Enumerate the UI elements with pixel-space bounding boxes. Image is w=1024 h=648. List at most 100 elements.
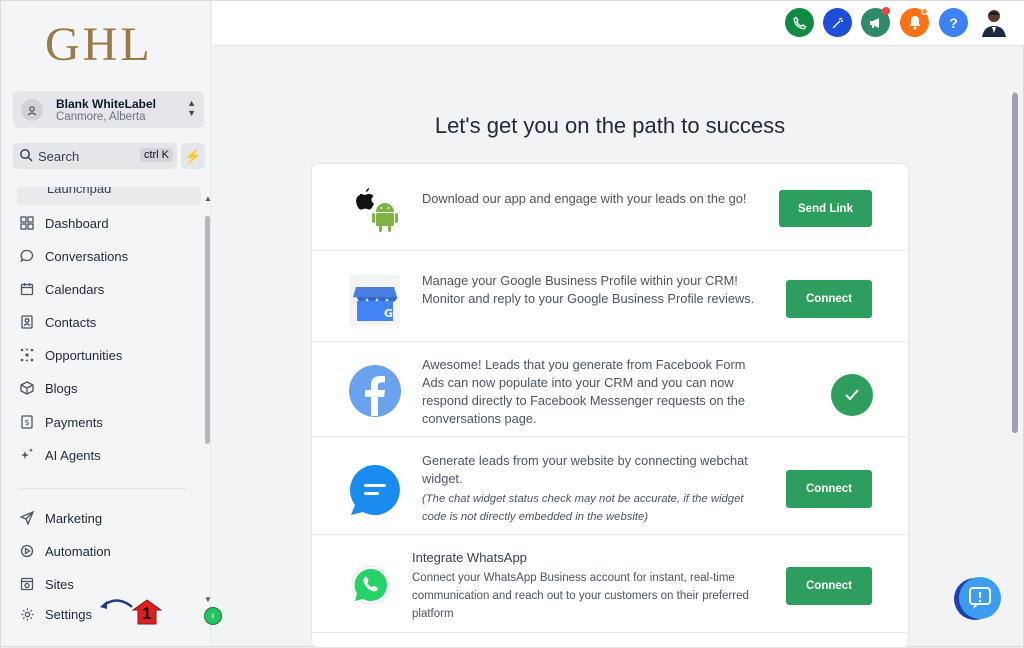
- sidebar-item-label: Opportunities: [45, 347, 123, 363]
- sidebar-item-label: Dashboard: [45, 215, 109, 231]
- sidebar-item-contacts[interactable]: Contacts: [17, 309, 197, 335]
- sidebar-item-marketing[interactable]: Marketing: [17, 505, 197, 531]
- connected-check-icon: [831, 374, 873, 416]
- search-label: Search: [38, 149, 80, 164]
- user-avatar[interactable]: [980, 7, 1008, 37]
- help-icon: ?: [949, 14, 958, 31]
- connect-google-button[interactable]: Connect: [786, 280, 872, 318]
- sidebar-item-calendars[interactable]: Calendars: [17, 276, 197, 302]
- opportunities-icon: [17, 346, 37, 364]
- mobile-app-icon: [348, 182, 402, 236]
- account-name: Blank WhiteLabel: [56, 97, 157, 111]
- phone-icon: [793, 16, 806, 29]
- send-link-button[interactable]: Send Link: [779, 190, 872, 227]
- annotation-number: 1: [142, 604, 152, 623]
- sidebar-item-dashboard[interactable]: Dashboard: [17, 210, 197, 236]
- sidebar-item-label: Blogs: [45, 380, 78, 396]
- help-button[interactable]: ?: [939, 8, 968, 37]
- page-title: Let's get you on the path to success: [434, 113, 786, 138]
- sites-icon: [17, 575, 37, 593]
- support-chat-button[interactable]: [953, 576, 1003, 622]
- row-note: (The chat widget status check may not be…: [422, 493, 744, 523]
- row-description: Awesome! Leads that you generate from Fa…: [422, 357, 746, 426]
- chevron-updown-icon: ▲ ▼: [187, 98, 196, 118]
- sidebar-item-label: Conversations: [45, 248, 129, 264]
- scroll-down-arrow-icon[interactable]: ▼: [204, 595, 212, 604]
- list-item: G Manage your Google Business Profile wi…: [312, 251, 908, 342]
- sidebar-scrollbar[interactable]: [205, 216, 210, 444]
- row-description: Connect your WhatsApp Business account f…: [412, 572, 749, 620]
- integrations-card: Download our app and engage with your le…: [311, 163, 909, 648]
- account-location: Canmore, Alberta: [56, 111, 146, 123]
- calendar-icon: [17, 280, 37, 298]
- send-icon: [17, 509, 37, 527]
- annotation-step-badge: 1: [131, 599, 163, 625]
- row-description: Manage your Google Business Profile with…: [422, 273, 755, 306]
- row-description: Download our app and engage with your le…: [422, 191, 747, 206]
- location-icon: [21, 99, 43, 121]
- sidebar-item-conversations[interactable]: Conversations: [17, 243, 197, 269]
- list-item: Integrate WhatsApp Connect your WhatsApp…: [312, 535, 908, 633]
- webchat-icon: [348, 463, 402, 517]
- sidebar-item-automation[interactable]: Automation: [17, 538, 197, 564]
- magic-wand-button[interactable]: [823, 8, 852, 37]
- row-description: Generate leads from your website by conn…: [422, 453, 748, 486]
- sidebar-item-payments[interactable]: $ Payments: [17, 409, 197, 435]
- list-item: Generate leads from your website by conn…: [312, 437, 908, 535]
- row-content: Generate leads from your website by conn…: [422, 452, 767, 526]
- app-window: GHL Blank WhiteLabel Canmore, Alberta ▲ ▼…: [0, 0, 1024, 648]
- connect-whatsapp-button[interactable]: Connect: [786, 567, 872, 605]
- sidebar-item-label: Launchpad: [47, 187, 112, 196]
- row-content: Integrate WhatsApp Connect your WhatsApp…: [412, 549, 772, 623]
- search-icon: [20, 149, 33, 162]
- quick-action-bolt-icon[interactable]: ⚡: [181, 143, 205, 169]
- sparkle-icon: [17, 446, 37, 464]
- top-bar: ?: [212, 1, 1024, 46]
- chat-bubble-icon: [17, 247, 37, 265]
- logo: GHL: [45, 18, 153, 71]
- svg-text:$: $: [24, 418, 29, 427]
- gear-icon: [17, 605, 37, 623]
- contacts-icon: [17, 313, 37, 331]
- svg-text:G: G: [384, 307, 393, 320]
- sidebar-item-label: Sites: [45, 576, 74, 592]
- sidebar-item-label: AI Agents: [45, 447, 101, 463]
- sidebar-item-label: Payments: [45, 414, 103, 430]
- automation-icon: [17, 542, 37, 560]
- annotation-arrow-icon: [100, 599, 133, 609]
- whatsapp-icon: [348, 563, 396, 611]
- sidebar-item-ai-agents[interactable]: AI Agents: [17, 442, 197, 468]
- collapse-sidebar-button[interactable]: ‹: [204, 607, 222, 625]
- sidebar-item-label: Marketing: [45, 510, 103, 526]
- google-business-icon: G: [348, 273, 402, 327]
- sidebar: GHL Blank WhiteLabel Canmore, Alberta ▲ ▼…: [5, 1, 222, 643]
- account-switcher[interactable]: Blank WhiteLabel Canmore, Alberta ▲ ▼: [13, 91, 204, 128]
- sidebar-item-opportunities[interactable]: Opportunities: [17, 342, 197, 368]
- list-item: Download our app and engage with your le…: [312, 164, 908, 251]
- notifications-button[interactable]: [900, 8, 929, 37]
- sidebar-item-launchpad[interactable]: Launchpad: [17, 187, 201, 205]
- sidebar-item-label: Settings: [45, 606, 92, 622]
- megaphone-icon: [870, 17, 879, 28]
- sidebar-item-label: Contacts: [45, 314, 97, 330]
- search-input[interactable]: Search ctrl K: [13, 143, 177, 169]
- search-shortcut: ctrl K: [139, 148, 173, 162]
- announcements-button[interactable]: [861, 7, 890, 37]
- cube-icon: [17, 379, 37, 397]
- phone-button[interactable]: [785, 8, 814, 37]
- list-item: Awesome! Leads that you generate from Fa…: [312, 342, 908, 437]
- sidebar-divider: [19, 488, 187, 489]
- connect-webchat-button[interactable]: Connect: [786, 470, 872, 508]
- grid-icon: [17, 214, 37, 232]
- scroll-up-arrow-icon[interactable]: ▲: [204, 194, 212, 203]
- sidebar-item-blogs[interactable]: Blogs: [17, 375, 197, 401]
- dollar-icon: $: [17, 413, 37, 431]
- sidebar-item-label: Automation: [45, 543, 111, 559]
- main-scrollbar[interactable]: [1012, 93, 1018, 433]
- notification-dot: [921, 8, 928, 15]
- magic-wand-icon: [832, 17, 843, 28]
- facebook-icon: [348, 364, 402, 418]
- bell-icon: [909, 16, 920, 30]
- sidebar-item-sites[interactable]: Sites: [17, 571, 197, 597]
- notification-dot: [882, 7, 890, 15]
